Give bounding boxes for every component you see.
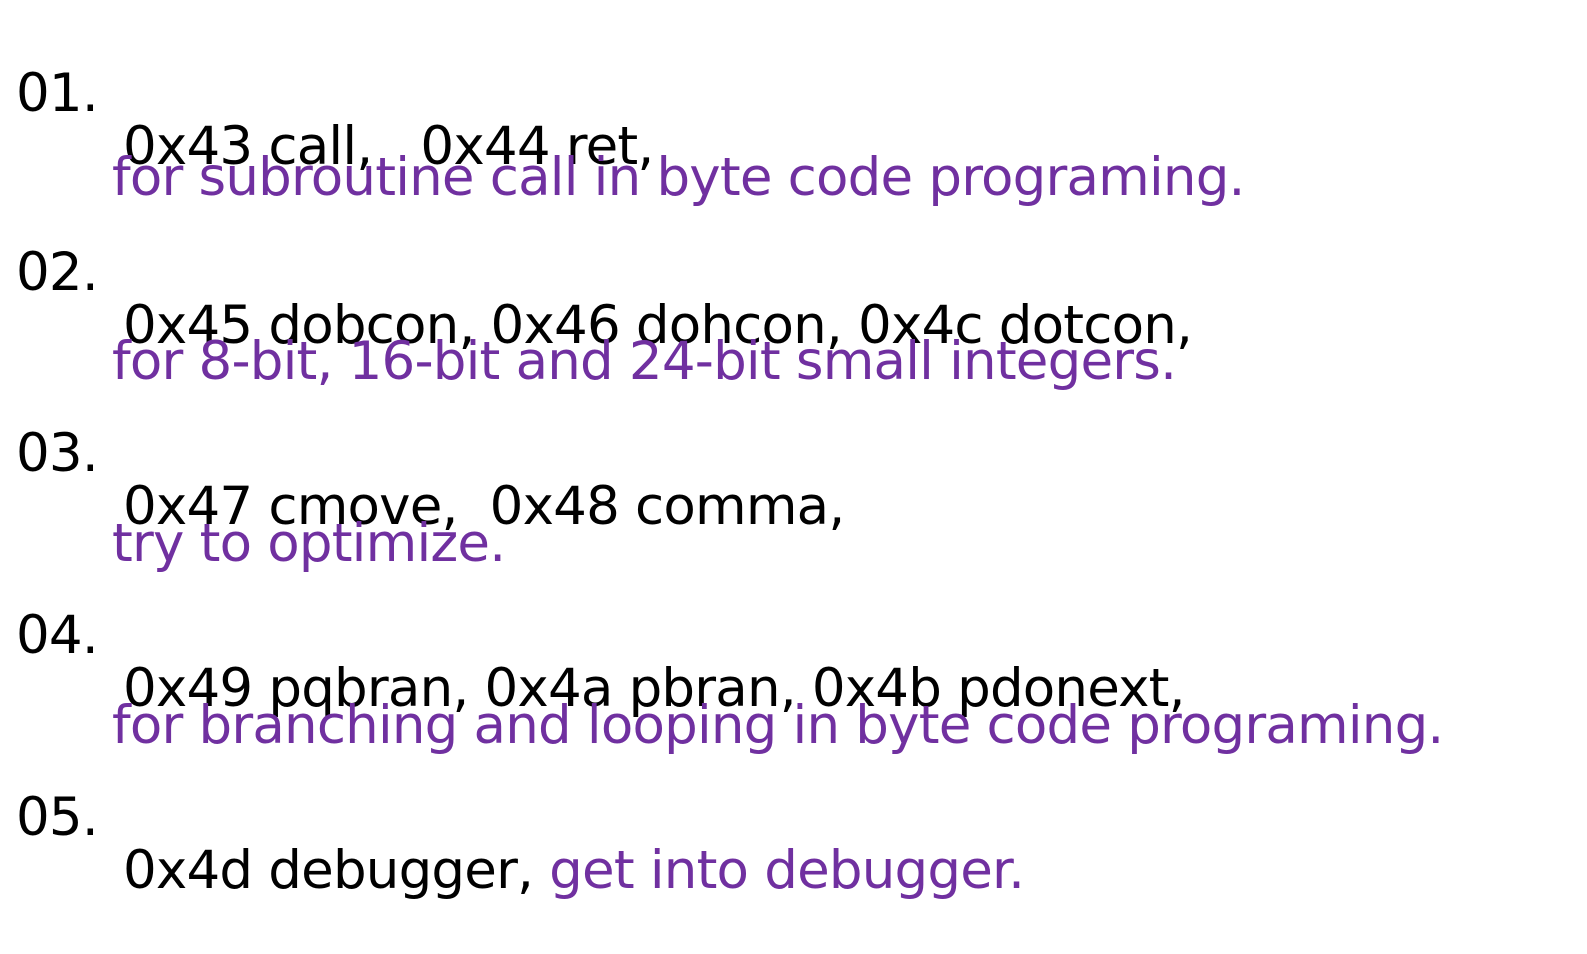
opcode-list-with-description: 0x4d debugger, get into debugger. <box>123 844 1025 897</box>
opcode-description: try to optimize. <box>112 513 506 574</box>
opcode-description: get into debugger. <box>549 840 1025 901</box>
opcode-notes-document: 01. 0x43 call, 0x44 ret, for subroutine … <box>0 0 1587 897</box>
opcode-description: for 8-bit, 16-bit and 24-bit small integ… <box>112 331 1177 392</box>
item-number: 05. <box>16 787 99 848</box>
opcode-description: for subroutine call in byte code program… <box>112 147 1245 208</box>
item-05-code-line: 05. 0x4d debugger, get into debugger. <box>0 738 1025 950</box>
opcode-list: 0x4d debugger, <box>123 840 534 901</box>
opcode-description: for branching and looping in byte code p… <box>112 695 1444 756</box>
